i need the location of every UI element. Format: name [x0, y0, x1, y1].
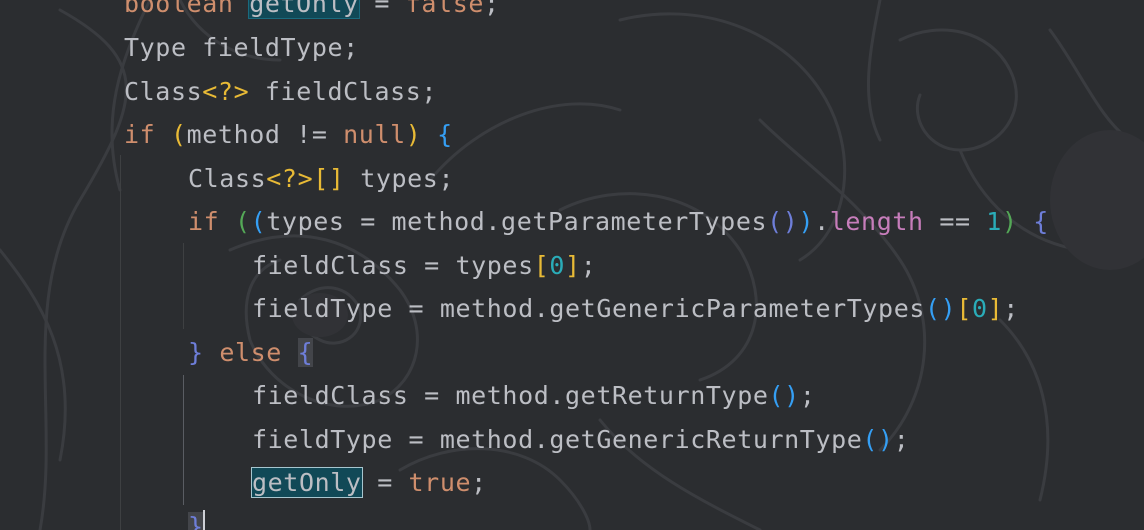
matched-brace: {: [297, 338, 314, 367]
code-token: (: [234, 207, 251, 236]
code-token: true: [408, 468, 472, 497]
code-token: <?>: [202, 77, 250, 106]
highlighted-identifier: getOnly: [251, 467, 363, 498]
matched-brace: }: [188, 512, 204, 530]
code-token: 0: [971, 294, 988, 323]
code-token: fieldClass: [249, 77, 422, 106]
code-token: types = method.getParameterTypes: [266, 207, 768, 236]
code-token: fieldClass = types: [252, 251, 534, 280]
code-token: <?>: [266, 164, 314, 193]
code-token: ==: [923, 207, 987, 236]
code-token: ): [1001, 207, 1018, 236]
code-token: Class: [188, 164, 267, 193]
code-line[interactable]: Class<?>[] types;: [188, 161, 454, 197]
code-line[interactable]: Class<?> fieldClass;: [124, 74, 437, 110]
code-token: fieldType = method.getGenericReturnType: [252, 425, 863, 454]
code-token: fieldType = method.getGenericParameterTy…: [252, 294, 926, 323]
code-line[interactable]: } else {: [188, 335, 314, 371]
code-line[interactable]: boolean getOnly = false;: [124, 0, 500, 22]
code-token: (): [768, 381, 800, 410]
code-line[interactable]: if ((types = method.getParameterTypes())…: [188, 204, 1049, 240]
code-token: ]: [565, 251, 581, 280]
code-line[interactable]: Type fieldType;: [124, 30, 359, 66]
indent-guide: [183, 243, 184, 329]
code-token: else: [219, 338, 282, 367]
code-token: [: [533, 251, 550, 280]
code-token: (): [925, 294, 957, 323]
code-token: false: [405, 0, 485, 18]
code-token: [: [956, 294, 972, 323]
code-line[interactable]: }: [188, 509, 204, 530]
code-token: null: [343, 120, 406, 149]
code-token: (): [862, 425, 894, 454]
highlighted-identifier: getOnly: [248, 0, 360, 19]
code-token: ;: [343, 33, 359, 62]
code-token: if: [188, 207, 220, 236]
code-token: ;: [580, 251, 597, 280]
code-token: method !=: [186, 120, 344, 149]
code-token: length: [829, 207, 924, 236]
code-token: ;: [438, 164, 455, 193]
code-token: ]: [987, 294, 1004, 323]
code-token: }: [188, 338, 204, 367]
indent-guide: [183, 375, 184, 505]
code-token: (: [250, 207, 267, 236]
code-token: ;: [471, 468, 487, 497]
code-line[interactable]: fieldClass = types[0];: [252, 248, 596, 284]
code-token: []: [313, 164, 345, 193]
code-line[interactable]: fieldType = method.getGenericParameterTy…: [252, 291, 1019, 327]
code-token: {: [1033, 207, 1049, 236]
text-caret: [203, 510, 205, 530]
code-token: if: [124, 120, 156, 149]
code-token: ;: [484, 0, 500, 18]
code-editor[interactable]: boolean getOnly = false; Type fieldType; C…: [0, 0, 1144, 530]
code-token: ;: [799, 381, 816, 410]
code-token: boolean: [124, 0, 234, 18]
code-line[interactable]: fieldType = method.getGenericReturnType(…: [252, 422, 909, 458]
code-token: fieldClass = method.getReturnType: [252, 381, 769, 410]
code-token: (: [170, 120, 187, 149]
code-token: ): [798, 207, 815, 236]
code-token: Class: [124, 77, 203, 106]
code-token: (): [767, 207, 799, 236]
code-token: ): [405, 120, 422, 149]
code-line[interactable]: if (method != null) {: [124, 117, 453, 153]
code-token: =: [358, 0, 406, 18]
code-line[interactable]: fieldClass = method.getReturnType();: [252, 378, 815, 414]
code-token: =: [361, 468, 409, 497]
code-token: ;: [421, 77, 438, 106]
code-token: types: [344, 164, 439, 193]
code-token: .: [814, 207, 830, 236]
code-token: ;: [893, 425, 910, 454]
code-token: Type fieldType: [124, 33, 344, 62]
indent-guide: [120, 155, 121, 530]
code-line[interactable]: getOnly = true;: [251, 465, 487, 501]
code-token: 1: [986, 207, 1002, 236]
code-token: ;: [1003, 294, 1019, 323]
code-token: 0: [549, 251, 566, 280]
code-token: {: [437, 120, 453, 149]
